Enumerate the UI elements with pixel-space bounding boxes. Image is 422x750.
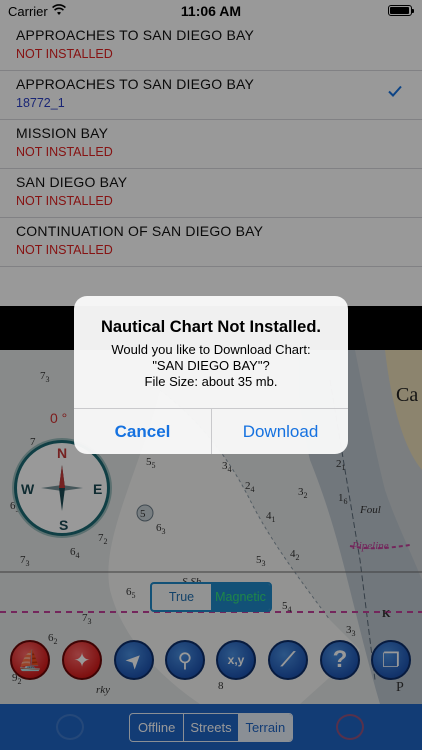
cancel-button[interactable]: Cancel — [74, 409, 211, 454]
download-button[interactable]: Download — [212, 409, 348, 454]
alert-message: Would you like to Download Chart: "SAN D… — [111, 342, 311, 389]
alert-title: Nautical Chart Not Installed. — [100, 318, 322, 336]
download-alert-dialog: Nautical Chart Not Installed. Would you … — [74, 296, 348, 454]
